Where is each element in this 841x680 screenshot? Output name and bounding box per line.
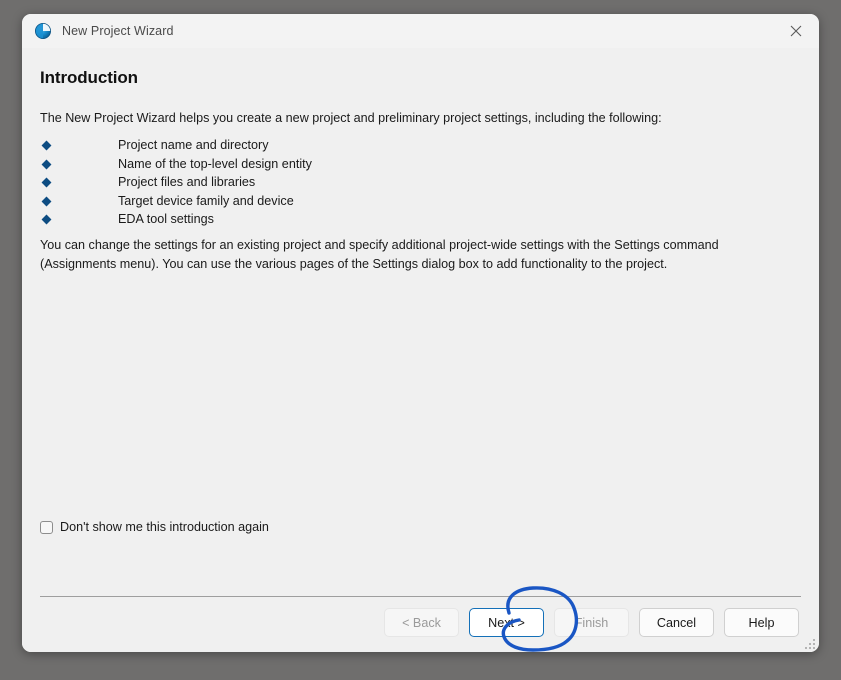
diamond-bullet-icon <box>41 196 52 207</box>
list-item: Target device family and device <box>40 192 740 211</box>
checkbox-label: Don't show me this introduction again <box>60 520 269 534</box>
feature-bullet-list: Project name and directory Name of the t… <box>40 136 740 229</box>
list-item-label: Name of the top-level design entity <box>118 156 312 171</box>
intro-paragraph: The New Project Wizard helps you create … <box>40 111 662 125</box>
back-button[interactable]: < Back <box>384 608 459 637</box>
list-item-label: Target device family and device <box>118 193 294 208</box>
diamond-bullet-icon <box>41 140 52 151</box>
list-item: EDA tool settings <box>40 210 740 229</box>
page-title: Introduction <box>40 68 138 87</box>
quartus-globe-icon <box>34 22 52 40</box>
list-item: Project name and directory <box>40 136 740 155</box>
list-item: Name of the top-level design entity <box>40 155 740 174</box>
body-paragraph: You can change the settings for an exist… <box>40 238 719 271</box>
help-button[interactable]: Help <box>724 608 799 637</box>
window-title: New Project Wizard <box>62 24 174 38</box>
footer-separator <box>40 596 801 597</box>
desktop-background: New Project Wizard Introduction The New … <box>0 0 841 680</box>
close-icon <box>790 25 802 37</box>
button-row: < Back Next > Finish Cancel Help <box>384 608 799 637</box>
list-item: Project files and libraries <box>40 173 740 192</box>
checkbox-box-icon[interactable] <box>40 520 53 534</box>
list-item-label: Project name and directory <box>118 138 269 152</box>
diamond-bullet-icon <box>41 177 52 188</box>
dialog-footer: < Back Next > Finish Cancel Help <box>22 596 819 652</box>
next-button[interactable]: Next > <box>469 608 544 637</box>
list-item-label: Project files and libraries <box>118 175 256 190</box>
cancel-button[interactable]: Cancel <box>639 608 714 637</box>
close-button[interactable] <box>773 14 819 48</box>
diamond-bullet-icon <box>41 214 52 225</box>
dont-show-again-checkbox[interactable]: Don't show me this introduction again <box>40 520 269 534</box>
resize-grip[interactable] <box>803 637 815 649</box>
list-item-label: EDA tool settings <box>118 212 214 227</box>
dialog-content: Introduction The New Project Wizard help… <box>22 48 819 596</box>
finish-button[interactable]: Finish <box>554 608 629 637</box>
title-bar[interactable]: New Project Wizard <box>22 14 819 48</box>
new-project-wizard-dialog: New Project Wizard Introduction The New … <box>22 14 819 652</box>
diamond-bullet-icon <box>41 159 52 170</box>
